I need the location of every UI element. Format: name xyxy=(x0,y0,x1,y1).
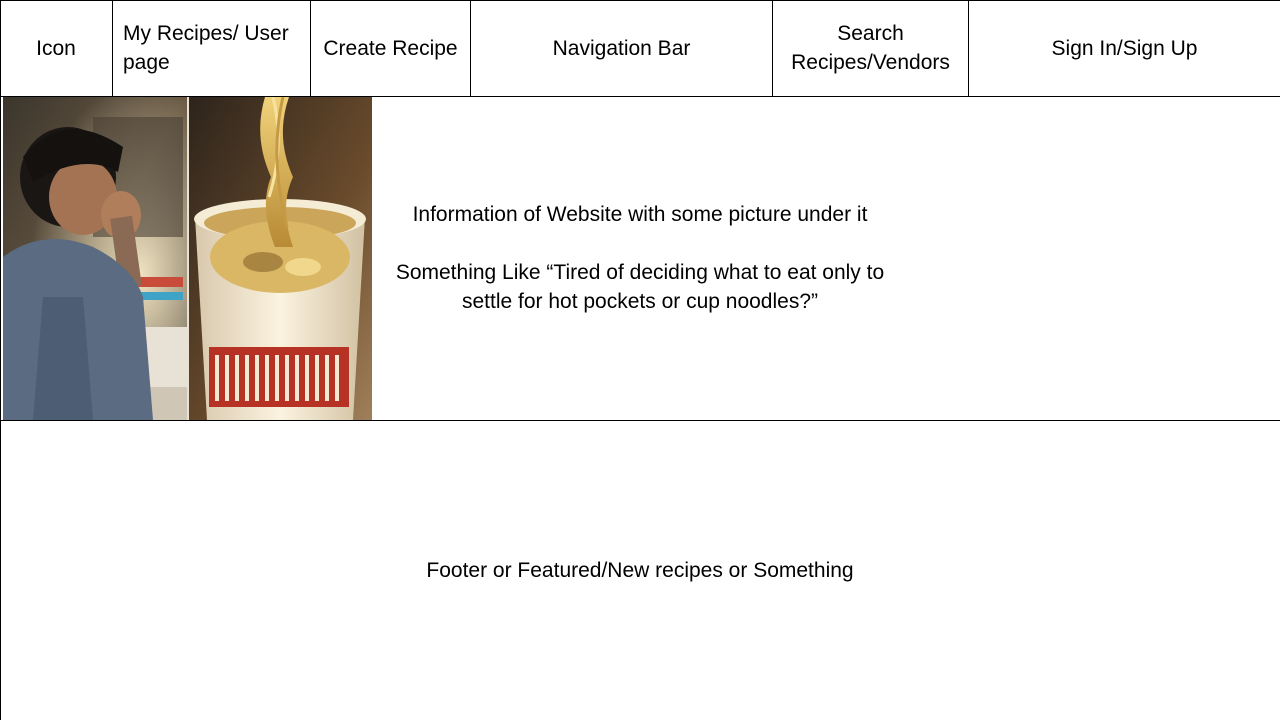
hero-tagline: Something Like “Tired of deciding what t… xyxy=(395,261,885,313)
navigation-bar: Icon My Recipes/ User page Create Recipe… xyxy=(0,0,1280,97)
nav-my-recipes[interactable]: My Recipes/ User page xyxy=(113,0,311,96)
nav-search-label: Search Recipes/Vendors xyxy=(791,22,950,74)
hero-info-line: Information of Website with some picture… xyxy=(412,203,868,226)
nav-navigation-bar-label: Navigation Bar xyxy=(552,36,691,60)
hero-section: Information of Website with some picture… xyxy=(0,97,1280,421)
hero-info-text: Information of Website with some picture… xyxy=(372,97,908,420)
student-and-cup-noodles-photo-icon xyxy=(3,97,372,420)
nav-my-recipes-label: My Recipes/ User page xyxy=(123,22,289,74)
nav-navigation-bar[interactable]: Navigation Bar xyxy=(471,0,773,96)
nav-sign-in[interactable]: Sign In/Sign Up xyxy=(969,0,1280,96)
nav-search[interactable]: Search Recipes/Vendors xyxy=(773,0,969,96)
nav-icon-label: Icon xyxy=(36,36,76,60)
nav-create-recipe[interactable]: Create Recipe xyxy=(311,0,471,96)
nav-create-recipe-label: Create Recipe xyxy=(323,36,458,60)
nav-sign-in-label: Sign In/Sign Up xyxy=(1051,36,1198,60)
nav-icon-placeholder[interactable]: Icon xyxy=(0,0,113,96)
hero-image xyxy=(3,97,372,420)
footer-placeholder: Footer or Featured/New recipes or Someth… xyxy=(426,559,854,582)
